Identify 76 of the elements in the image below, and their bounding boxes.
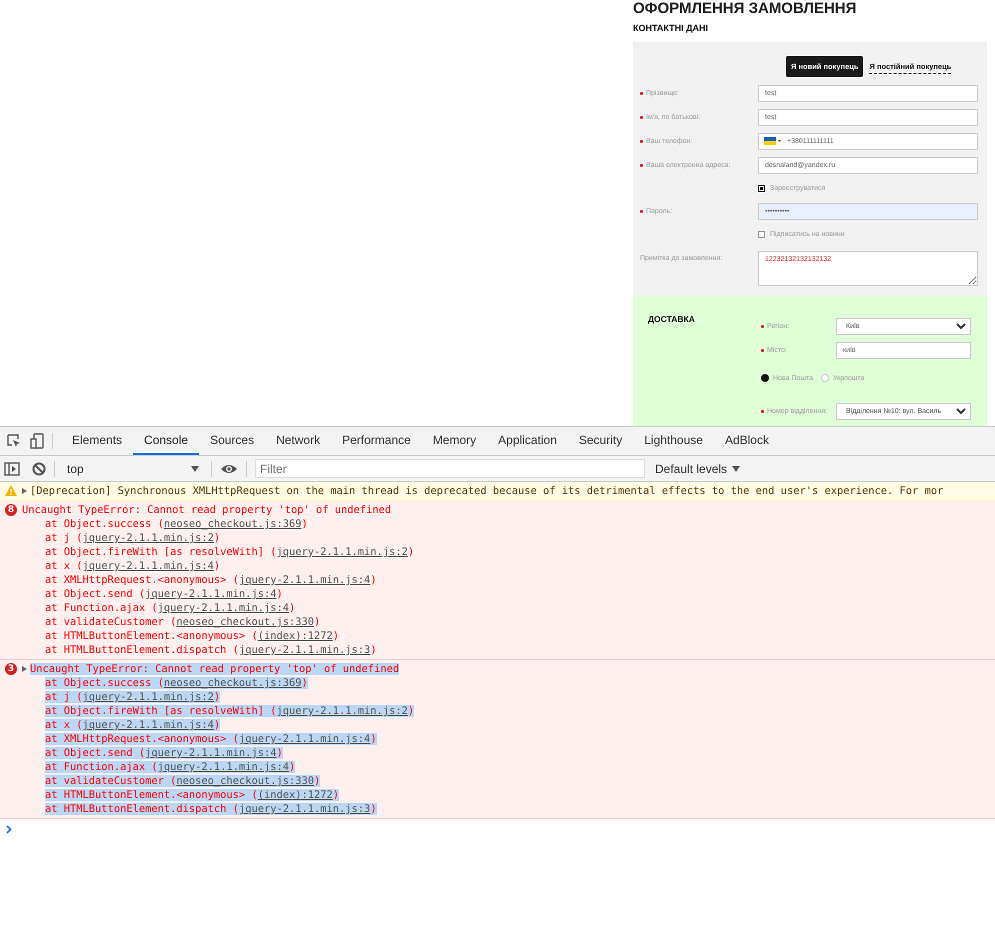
source-link[interactable]: jquery-2.1.1.min.js:4 <box>158 602 289 614</box>
stack-frame: at XMLHttpRequest.<anonymous> (jquery-2.1.1.min.js:4) <box>45 733 377 745</box>
source-link[interactable]: jquery-2.1.1.min.js:2 <box>276 705 408 717</box>
stack-frame: at Function.ajax (jquery-2.1.1.min.js:4) <box>45 761 296 773</box>
source-link[interactable]: jquery-2.1.1.min.js:3 <box>238 803 370 815</box>
source-link[interactable]: jquery-2.1.1.min.js:4 <box>82 560 214 572</box>
stack-frame: at HTMLButtonElement.dispatch (jquery-2.1.1.min.js:3) <box>45 644 377 656</box>
source-link[interactable]: jquery-2.1.1.min.js:2 <box>82 532 214 544</box>
source-link[interactable]: neoseo_checkout.js:369 <box>164 518 302 530</box>
source-link[interactable]: (index):1272 <box>258 789 333 801</box>
stack-frame: at x (jquery-2.1.1.min.js:4) <box>45 560 220 572</box>
stack-frame: at Object.fireWith [as resolveWith] (jquery-2.1.1.min.js:2) <box>45 705 414 717</box>
devtools-tab[interactable]: Elements <box>61 427 134 455</box>
source-link[interactable]: jquery-2.1.1.min.js:2 <box>276 546 408 558</box>
checkbox[interactable] <box>758 230 765 238</box>
devtools-tab[interactable]: Security <box>568 427 634 455</box>
stack-frame: at validateCustomer (neoseo_checkout.js:330) <box>45 775 320 787</box>
source-link[interactable]: jquery-2.1.1.min.js:4 <box>145 747 276 759</box>
context-dropdown[interactable]: top <box>63 458 203 480</box>
source-link[interactable]: jquery-2.1.1.min.js:2 <box>82 691 214 703</box>
flag-icon <box>764 137 781 145</box>
source-link[interactable]: jquery-2.1.1.min.js:3 <box>238 644 370 656</box>
source-link[interactable]: jquery-2.1.1.min.js:4 <box>238 574 370 586</box>
devtools-tab[interactable]: Sources <box>199 427 266 455</box>
clear-icon <box>32 462 46 476</box>
error-count-badge: 3 <box>5 663 17 675</box>
devtools-tab[interactable]: Application <box>487 427 568 455</box>
stack-frame: at Object.send (jquery-2.1.1.min.js:4) <box>45 747 283 759</box>
source-link[interactable]: (index):1272 <box>258 630 333 642</box>
stack-frame: at Function.ajax (jquery-2.1.1.min.js:4) <box>45 602 296 614</box>
source-link[interactable]: jquery-2.1.1.min.js:4 <box>238 733 370 745</box>
source-link[interactable]: neoseo_checkout.js:330 <box>176 775 314 787</box>
stack-frame: at j (jquery-2.1.1.min.js:2) <box>45 532 220 544</box>
stack-frame: at HTMLButtonElement.dispatch (jquery-2.1.1.min.js:3) <box>45 803 377 815</box>
checkbox[interactable] <box>758 184 765 192</box>
stack-frame: at Object.send (jquery-2.1.1.min.js:4) <box>45 588 283 600</box>
stack-frame: at XMLHttpRequest.<anonymous> (jquery-2.1.1.min.js:4) <box>45 574 377 586</box>
source-link[interactable]: neoseo_checkout.js:369 <box>164 677 302 689</box>
device-icon <box>30 433 44 449</box>
section-heading: КОНТАКТНІ ДАНІ <box>633 23 710 34</box>
prompt-chevron-icon <box>6 825 12 834</box>
devtools-tab[interactable]: Lighthouse <box>633 427 714 455</box>
devtools-tab[interactable]: Network <box>265 427 332 455</box>
levels-dropdown[interactable]: Default levels <box>649 460 746 476</box>
console-message-text: [Deprecation] Synchronous XMLHttpRequest on the main thread is deprecated because of its detrimental effects to the end user's experience. For mor <box>30 485 944 497</box>
radio-button[interactable] <box>761 374 769 382</box>
stack-frame: at Object.fireWith [as resolveWith] (jquery-2.1.1.min.js:2) <box>45 546 414 558</box>
expand-triangle-icon[interactable] <box>22 488 27 494</box>
warning-icon <box>5 485 17 496</box>
console-message-text: Uncaught TypeError: Cannot read property 'top' of undefined <box>30 663 400 675</box>
console-message-text: Uncaught TypeError: Cannot read property 'top' of undefined <box>22 504 392 516</box>
stack-frame: at HTMLButtonElement.<anonymous> ((index):1272) <box>45 789 340 801</box>
inspect-icon <box>6 433 22 449</box>
page-heading: ОФОРМЛЕННЯ ЗАМОВЛЕННЯ <box>633 0 858 17</box>
devtools-tab[interactable]: Memory <box>422 427 488 455</box>
stack-frame: at j (jquery-2.1.1.min.js:2) <box>45 691 220 703</box>
stack-frame: at x (jquery-2.1.1.min.js:4) <box>45 719 220 731</box>
source-link[interactable]: neoseo_checkout.js:330 <box>176 616 314 628</box>
caret-icon <box>191 466 199 472</box>
caret-icon <box>732 466 740 472</box>
chevron-icon <box>956 322 966 330</box>
source-link[interactable]: jquery-2.1.1.min.js:4 <box>145 588 276 600</box>
stack-frame: at Object.success (neoseo_checkout.js:369) <box>45 518 308 530</box>
stack-frame: at validateCustomer (neoseo_checkout.js:330) <box>45 616 320 628</box>
eye-icon <box>220 462 238 474</box>
devtools-tab[interactable]: AdBlock <box>714 427 780 455</box>
section-heading: ДОСТАВКА <box>648 314 696 326</box>
error-count-badge: 8 <box>5 504 17 516</box>
source-link[interactable]: jquery-2.1.1.min.js:4 <box>158 761 289 773</box>
stack-frame: at HTMLButtonElement.<anonymous> ((index):1272) <box>45 630 340 642</box>
source-link[interactable]: jquery-2.1.1.min.js:4 <box>82 719 214 731</box>
sidebar-icon <box>4 462 20 476</box>
filter-field[interactable]: Filter <box>255 459 645 478</box>
chevron-icon <box>956 408 966 414</box>
stack-frame: at Object.success (neoseo_checkout.js:369) <box>45 677 308 689</box>
devtools-tab[interactable]: Performance <box>331 427 422 455</box>
